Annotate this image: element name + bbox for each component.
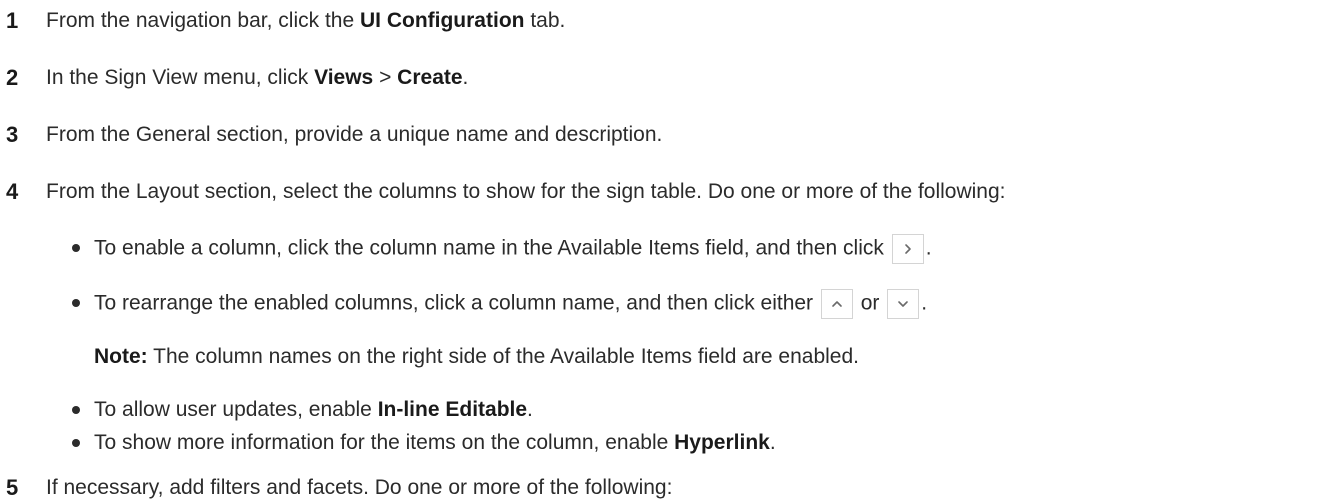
step-number: 3	[6, 122, 19, 147]
chevron-down-icon	[887, 289, 920, 319]
step-text: From the navigation bar, click the UI Co…	[46, 9, 566, 32]
chevron-right-icon	[891, 234, 924, 264]
step-text: From the General section, provide a uniq…	[46, 123, 663, 146]
note-text: The column names on the right side of th…	[147, 345, 859, 368]
bullet-hyperlink: To show more information for the items o…	[72, 429, 776, 457]
bullet-dot	[72, 406, 80, 414]
chevron-up-icon	[820, 289, 853, 319]
bullet-rearrange-columns: To rearrange the enabled columns, click …	[72, 289, 927, 319]
step-number: 2	[6, 65, 19, 90]
inline-editable-ref: In-line Editable	[377, 398, 528, 421]
hyperlink-ref: Hyperlink	[674, 431, 770, 454]
step-text: From the Layout section, select the colu…	[46, 180, 1006, 203]
bullet-dot	[72, 439, 80, 447]
ui-configuration-tab-ref: UI Configuration	[360, 9, 525, 32]
bullet-inline-editable: To allow user updates, enable In-line Ed…	[72, 396, 533, 424]
views-menu-ref: Views	[314, 66, 374, 89]
bullet-dot	[72, 299, 80, 307]
step-number: 1	[6, 8, 19, 33]
note: Note: The column names on the right side…	[94, 343, 859, 371]
bullet-dot	[72, 244, 80, 252]
step-number: 5	[6, 475, 19, 500]
step-number: 4	[6, 179, 19, 204]
step-text: If necessary, add filters and facets. Do…	[46, 476, 673, 499]
bullet-enable-column: To enable a column, click the column nam…	[72, 234, 932, 264]
create-menu-ref: Create	[397, 66, 463, 89]
note-label: Note:	[94, 345, 148, 368]
step-text: In the Sign View menu, click Views > Cre…	[46, 66, 469, 89]
